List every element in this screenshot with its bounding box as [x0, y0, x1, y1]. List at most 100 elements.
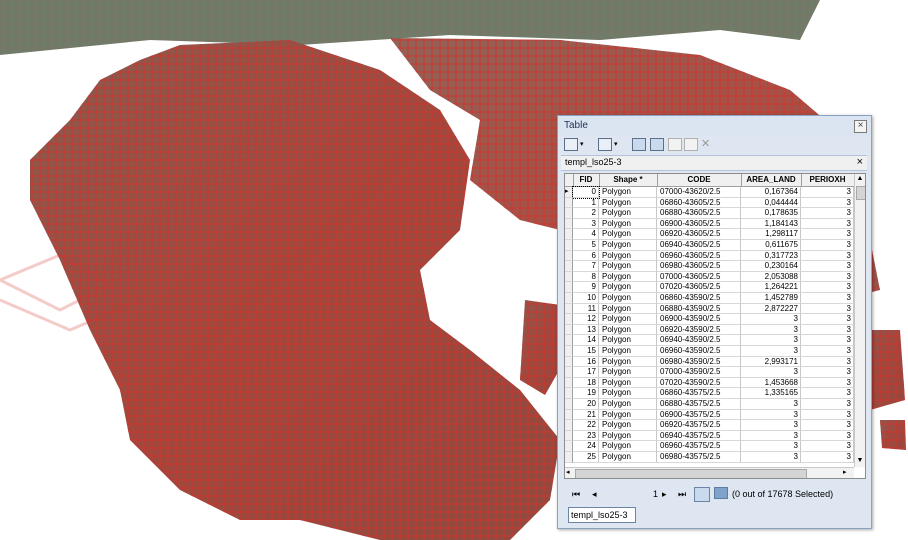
table-row[interactable]: 25 Polygon 06980-43575/2.5 3 3 [565, 452, 854, 463]
table-cell[interactable]: Polygon [599, 282, 657, 293]
table-cell[interactable]: 3 [573, 218, 599, 230]
table-cell[interactable]: Polygon [599, 420, 657, 431]
current-record-field[interactable]: 1 [644, 489, 658, 499]
table-cell[interactable]: 0 [572, 186, 600, 199]
table-cell[interactable]: Polygon [599, 261, 657, 272]
table-cell[interactable]: 5 [573, 240, 599, 251]
table-cell[interactable]: 06880-43590/2.5 [657, 303, 741, 315]
table-row[interactable]: ▸ 0 Polygon 07000-43620/2.5 0,167364 3 [565, 186, 854, 199]
table-cell[interactable]: Polygon [599, 335, 657, 346]
row-selector[interactable] [565, 197, 573, 209]
table-cell[interactable]: 2,053088 [741, 271, 801, 283]
row-selector[interactable] [565, 218, 573, 230]
table-cell[interactable]: 06880-43605/2.5 [657, 208, 741, 219]
table-cell[interactable]: 1,184143 [741, 218, 801, 230]
table-row[interactable]: 22 Polygon 06920-43575/2.5 3 3 [565, 420, 854, 431]
row-selector[interactable] [565, 377, 573, 389]
table-cell[interactable]: 06980-43590/2.5 [657, 356, 741, 368]
table-cell[interactable]: 1,453668 [741, 377, 801, 389]
table-cell[interactable]: 3 [801, 187, 854, 198]
table-row[interactable]: 13 Polygon 06920-43590/2.5 3 3 [565, 324, 854, 336]
table-row[interactable]: 14 Polygon 06940-43590/2.5 3 3 [565, 335, 854, 346]
horizontal-scroll-thumb[interactable] [575, 469, 807, 478]
table-cell[interactable]: 3 [801, 367, 854, 378]
column-header[interactable]: AREA_LAND [741, 174, 802, 186]
table-cell[interactable]: 3 [741, 367, 801, 378]
table-cell[interactable]: 06980-43605/2.5 [657, 261, 741, 272]
table-cell[interactable]: Polygon [599, 314, 657, 325]
table-cell[interactable]: Polygon [599, 356, 657, 368]
table-cell[interactable]: Polygon [599, 346, 657, 357]
first-record-icon[interactable]: ⏮ [572, 489, 580, 500]
table-cell[interactable]: 07000-43605/2.5 [657, 271, 741, 283]
table-cell[interactable]: 11 [573, 303, 599, 315]
table-cell[interactable]: 07020-43590/2.5 [657, 377, 741, 389]
table-cell[interactable]: Polygon [599, 218, 657, 230]
row-selector[interactable] [565, 430, 573, 442]
bottom-table-tab[interactable]: templ_lso25-3 [568, 507, 636, 523]
table-cell[interactable]: Polygon [599, 240, 657, 251]
row-selector[interactable] [565, 367, 573, 378]
table-cell[interactable]: 17 [573, 367, 599, 378]
table-cell[interactable]: 07000-43620/2.5 [657, 187, 741, 198]
table-cell[interactable]: 3 [741, 441, 801, 452]
table-cell[interactable]: 0,167364 [741, 187, 801, 198]
table-cell[interactable]: 0,230164 [741, 261, 801, 272]
table-cell[interactable]: 3 [801, 356, 854, 368]
table-cell[interactable]: 3 [801, 441, 854, 452]
scroll-right-icon[interactable]: ▸ [843, 469, 851, 477]
attribute-grid[interactable]: FID Shape * CODE AREA_LAND PERIOXH ▸ 0 Polygon… [564, 173, 866, 479]
table-cell[interactable]: 06980-43575/2.5 [657, 452, 741, 463]
table-cell[interactable]: 06880-43575/2.5 [657, 399, 741, 410]
table-cell[interactable]: 3 [801, 335, 854, 346]
table-row[interactable]: 12 Polygon 06900-43590/2.5 3 3 [565, 314, 854, 325]
table-cell[interactable]: 10 [573, 293, 599, 304]
table-cell[interactable]: 3 [801, 303, 854, 315]
table-cell[interactable]: 3 [741, 399, 801, 410]
table-cell[interactable]: 6 [573, 250, 599, 262]
table-row[interactable]: 17 Polygon 07000-43590/2.5 3 3 [565, 367, 854, 378]
close-window-button[interactable]: × [854, 120, 867, 133]
row-selector[interactable] [565, 324, 573, 336]
table-cell[interactable]: Polygon [599, 377, 657, 389]
table-cell[interactable]: 3 [741, 346, 801, 357]
table-row[interactable]: 1 Polygon 06860-43605/2.5 0,044444 3 [565, 197, 854, 209]
table-cell[interactable]: 0,178635 [741, 208, 801, 219]
table-cell[interactable]: 06860-43575/2.5 [657, 388, 741, 399]
table-cell[interactable]: 3 [801, 388, 854, 399]
table-cell[interactable]: 06900-43575/2.5 [657, 409, 741, 421]
table-cell[interactable]: 12 [573, 314, 599, 325]
table-row[interactable]: 4 Polygon 06920-43605/2.5 1,298117 3 [565, 229, 854, 240]
table-cell[interactable]: 1,452789 [741, 293, 801, 304]
table-cell[interactable]: 06940-43590/2.5 [657, 335, 741, 346]
table-cell[interactable]: 23 [573, 430, 599, 442]
table-cell[interactable]: 06940-43575/2.5 [657, 430, 741, 442]
row-selector[interactable] [565, 399, 573, 410]
table-cell[interactable]: 3 [801, 218, 854, 230]
next-record-icon[interactable]: ▸ [662, 489, 667, 500]
table-cell[interactable]: 20 [573, 399, 599, 410]
table-row[interactable]: 9 Polygon 07020-43605/2.5 1,264221 3 [565, 282, 854, 293]
title-bar[interactable]: Table × [558, 116, 871, 136]
delete-selected-icon[interactable]: ✕ [701, 137, 710, 151]
current-row-marker[interactable]: ▸ [565, 187, 573, 198]
table-cell[interactable]: 3 [801, 409, 854, 421]
table-cell[interactable]: Polygon [599, 271, 657, 283]
table-row[interactable]: 23 Polygon 06940-43575/2.5 3 3 [565, 430, 854, 442]
vertical-scrollbar[interactable]: ▲ ▼ [854, 174, 865, 467]
table-cell[interactable]: 3 [801, 197, 854, 209]
table-cell[interactable]: 3 [741, 324, 801, 336]
table-cell[interactable]: 3 [801, 250, 854, 262]
table-cell[interactable]: 21 [573, 409, 599, 421]
table-row[interactable]: 3 Polygon 06900-43605/2.5 1,184143 3 [565, 218, 854, 230]
table-cell[interactable]: 3 [801, 399, 854, 410]
table-cell[interactable]: 06860-43605/2.5 [657, 197, 741, 209]
table-row[interactable]: 20 Polygon 06880-43575/2.5 3 3 [565, 399, 854, 410]
table-cell[interactable]: 0,317723 [741, 250, 801, 262]
table-cell[interactable]: Polygon [599, 452, 657, 463]
scroll-down-icon[interactable]: ▼ [856, 457, 864, 465]
row-selector[interactable] [565, 208, 573, 219]
column-header[interactable]: PERIOXH [801, 174, 855, 186]
row-selector[interactable] [565, 293, 573, 304]
table-cell[interactable]: 3 [801, 208, 854, 219]
